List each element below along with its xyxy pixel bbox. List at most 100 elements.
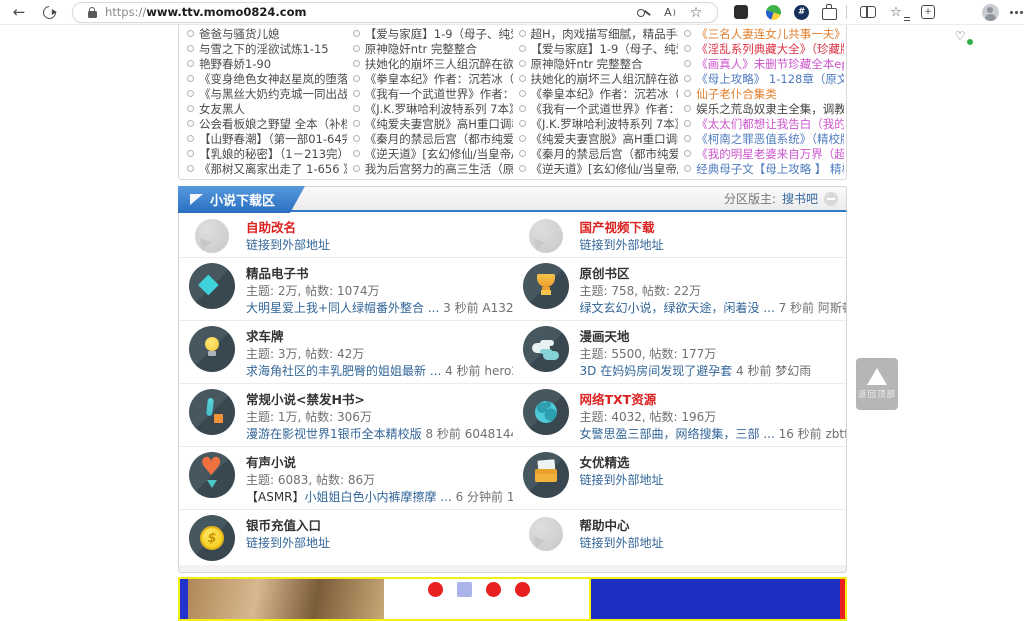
thread-link[interactable]: 公会看板娘之野望 全本（补档） bbox=[199, 116, 347, 131]
last-post-user[interactable]: zbtfgh bbox=[825, 427, 846, 441]
last-post-link[interactable]: 求海角社区的丰乳肥臀的姐姐最新 ... bbox=[246, 364, 441, 378]
url-text[interactable]: https://www.ttv.momo0824.com bbox=[105, 3, 307, 22]
password-key-icon[interactable] bbox=[633, 3, 655, 22]
envelope-icon[interactable] bbox=[523, 452, 569, 498]
thread-link[interactable]: 超H，肉戏描写细腻，精品手枪文 ... bbox=[531, 26, 679, 41]
thread-link[interactable]: 《我有一个武道世界》作者：俺来 ... bbox=[365, 86, 513, 101]
forum-title-link[interactable]: 网络TXT资源 bbox=[580, 392, 657, 408]
thread-link[interactable]: 原神隐奸ntr 完整整合 bbox=[365, 41, 477, 56]
thread-link[interactable]: 《画真人》未删节珍藏全本epub bbox=[696, 56, 844, 71]
thread-link[interactable]: 《J.K.罗琳哈利波特系列 7本》（ ... bbox=[365, 101, 513, 116]
thread-link[interactable]: 【乳娘的秘密】（1－213完）作者 ... bbox=[199, 146, 347, 161]
thread-link[interactable]: 女友黑人 bbox=[199, 101, 245, 116]
thread-link[interactable]: 扶她化的崩坏三人组沉醉在欲望中 bbox=[365, 56, 513, 71]
forum-title-link[interactable]: 自助改名 bbox=[246, 220, 296, 236]
thread-link[interactable]: 《J.K.罗琳哈利波特系列 7本》（ ... bbox=[531, 116, 679, 131]
extension-idm-icon[interactable] bbox=[762, 0, 784, 24]
last-post-link[interactable]: 大明星爱上我+同人绿帽番外整合 ... bbox=[246, 301, 439, 315]
extensions-puzzle-icon[interactable] bbox=[818, 0, 840, 24]
forum-title-link[interactable]: 常规小说<禁发H书> bbox=[246, 392, 365, 408]
thread-link[interactable]: 扶她化的崩坏三人组沉醉在欲望中 bbox=[531, 71, 679, 86]
thread-link[interactable]: 《我的明星老婆来自万界（超级娱 ... bbox=[696, 146, 844, 161]
last-post-user[interactable]: hero2007 bbox=[484, 364, 512, 378]
thread-link[interactable]: 娱乐之荒岛奴隶主全集，调教明星 bbox=[696, 101, 844, 116]
last-post-user[interactable]: 6048144 bbox=[465, 427, 513, 441]
refresh-icon[interactable] bbox=[38, 0, 60, 24]
extension-dark-icon[interactable] bbox=[730, 0, 752, 24]
thread-link[interactable]: 《太太们都想让我告白（我的恋爱 ... bbox=[696, 116, 844, 131]
coin-icon[interactable] bbox=[189, 515, 235, 561]
last-post-user[interactable]: 阿斯顿2023 bbox=[818, 301, 846, 315]
thread-link[interactable]: 仙子老仆合集类 bbox=[696, 86, 777, 101]
external-link[interactable]: 链接到外部地址 bbox=[580, 237, 664, 253]
thread-link[interactable]: 《纯爱夫妻宫脱》高H重口调教文 ... bbox=[531, 131, 679, 146]
thread-link[interactable]: 【山野春潮】（第一部01-64完+第 ... bbox=[199, 131, 347, 146]
thread-link[interactable]: 《秦月的禁忌后宫（都市纯爱）》 ... bbox=[531, 146, 679, 161]
forum-title-link[interactable]: 帮助中心 bbox=[580, 518, 630, 534]
browser-essentials-icon[interactable]: ♡ bbox=[949, 24, 971, 48]
thread-link[interactable]: 原神隐奸ntr 完整整合 bbox=[531, 56, 643, 71]
last-post-link[interactable]: 女警思盈三部曲，网络搜集，三部 ... bbox=[580, 427, 775, 441]
favorites-bar-icon[interactable]: ☆ bbox=[885, 0, 907, 24]
forum-title-link[interactable]: 有声小说 bbox=[246, 455, 296, 471]
speech-bubble-icon[interactable] bbox=[529, 219, 563, 253]
back-icon[interactable]: ← bbox=[8, 0, 30, 24]
last-post-link[interactable]: 小姐姐白色小内裤摩擦摩 ... bbox=[305, 490, 452, 504]
forum-title-link[interactable]: 国产视频下载 bbox=[580, 220, 655, 236]
last-post-link[interactable]: 漫游在影视世界1银币全本精校版 bbox=[246, 427, 422, 441]
forum-title-link[interactable]: 求车牌 bbox=[246, 329, 284, 345]
profile-avatar[interactable] bbox=[979, 0, 1001, 24]
external-link[interactable]: 链接到外部地址 bbox=[246, 535, 330, 551]
speech-bubble-icon[interactable] bbox=[195, 219, 229, 253]
external-link[interactable]: 链接到外部地址 bbox=[246, 237, 330, 253]
forum-title-link[interactable]: 银币充值入口 bbox=[246, 518, 321, 534]
favorite-star-icon[interactable]: ☆ bbox=[685, 3, 707, 22]
thread-link[interactable]: 《拳皇本纪》作者：沉若冰（全本 ... bbox=[531, 86, 679, 101]
thread-link[interactable]: 《逆天道》[玄幻修仙/当皇帝/性 ... bbox=[531, 161, 679, 176]
thread-link[interactable]: 《秦月的禁忌后宫（都市纯爱）》 ... bbox=[365, 131, 513, 146]
forum-title-link[interactable]: 原创书区 bbox=[580, 266, 630, 282]
forum-title-link[interactable]: 漫画天地 bbox=[580, 329, 630, 345]
thread-link[interactable]: 《拳皇本纪》作者：沉若冰（全本 ... bbox=[365, 71, 513, 86]
collapse-button[interactable] bbox=[824, 192, 838, 206]
thread-link[interactable]: 经典母子文【母上攻略 】 精校版 ... bbox=[696, 161, 844, 176]
thread-link[interactable]: 《淫乱系列典藏大全》（珍藏版附 ... bbox=[696, 41, 844, 56]
thread-link[interactable]: 艳野春娇1-90 bbox=[199, 56, 271, 71]
more-menu-icon[interactable] bbox=[1005, 0, 1024, 24]
external-link[interactable]: 链接到外部地址 bbox=[580, 472, 664, 488]
diamond-icon[interactable] bbox=[189, 263, 235, 309]
cloud-icon[interactable] bbox=[523, 326, 569, 372]
thread-link[interactable]: 《与黑丝大奶约克城一同出战》 ... bbox=[199, 86, 347, 101]
thread-link[interactable]: 与雪之下的淫欲试炼1-15 bbox=[199, 41, 329, 56]
last-post-user[interactable]: A1328240851 bbox=[482, 301, 512, 315]
bulb-icon[interactable] bbox=[189, 326, 235, 372]
forum-title-link[interactable]: 女优精选 bbox=[580, 455, 630, 471]
thread-link[interactable]: 《那树又离家出走了 1-656 》作 ... bbox=[199, 161, 347, 176]
thread-link[interactable]: 《柯南之罪恶值系统》（精校版） ... bbox=[696, 131, 844, 146]
read-aloud-icon[interactable]: A bbox=[659, 3, 681, 22]
collections-icon[interactable]: + bbox=[917, 0, 939, 24]
thread-link[interactable]: 《变身绝色女神赵星岚的堕落》作 ... bbox=[199, 71, 347, 86]
back-to-top-button[interactable]: 返回顶部 bbox=[856, 358, 898, 410]
forum-title-link[interactable]: 精品电子书 bbox=[246, 266, 309, 282]
thread-link[interactable]: 【爱与家庭】1-9（母子、纯爱、 ... bbox=[365, 26, 513, 41]
thread-link[interactable]: 《母上攻略》 1-128章（原文加白 ... bbox=[696, 71, 844, 86]
trophy-icon[interactable] bbox=[523, 263, 569, 309]
thread-link[interactable]: 我为后宫努力的高三生活（原天降 ... bbox=[365, 161, 513, 176]
thread-link[interactable]: 《我有一个武道世界》作者：俺来 ... bbox=[531, 101, 679, 116]
thread-link[interactable]: 《纯爱夫妻宫脱》高H重口调教文 ... bbox=[365, 116, 513, 131]
thread-link[interactable]: 《三名人妻连女儿共事一夫》（全 ... bbox=[696, 26, 844, 41]
moderator-link[interactable]: 搜书吧 bbox=[782, 190, 818, 207]
last-post-link[interactable]: 绿文玄幻小说，绿欲天途，闲着没 ... bbox=[580, 301, 775, 315]
heart-icon[interactable] bbox=[189, 452, 235, 498]
thread-link[interactable]: 爸爸与骚货儿媳 bbox=[199, 26, 280, 41]
pencil-icon[interactable] bbox=[189, 389, 235, 435]
address-bar[interactable]: https://www.ttv.momo0824.com A ☆ bbox=[72, 2, 718, 23]
thread-link[interactable]: 《逆天道》[玄幻修仙/当皇帝/性 ... bbox=[365, 146, 513, 161]
speech-bubble-icon[interactable] bbox=[529, 517, 563, 551]
split-screen-icon[interactable] bbox=[857, 0, 879, 24]
external-link[interactable]: 链接到外部地址 bbox=[580, 535, 664, 551]
extension-hash-icon[interactable]: # bbox=[790, 0, 812, 24]
globe-icon[interactable] bbox=[523, 389, 569, 435]
thread-link[interactable]: 【爱与家庭】1-9（母子、纯爱、 ... bbox=[531, 41, 679, 56]
